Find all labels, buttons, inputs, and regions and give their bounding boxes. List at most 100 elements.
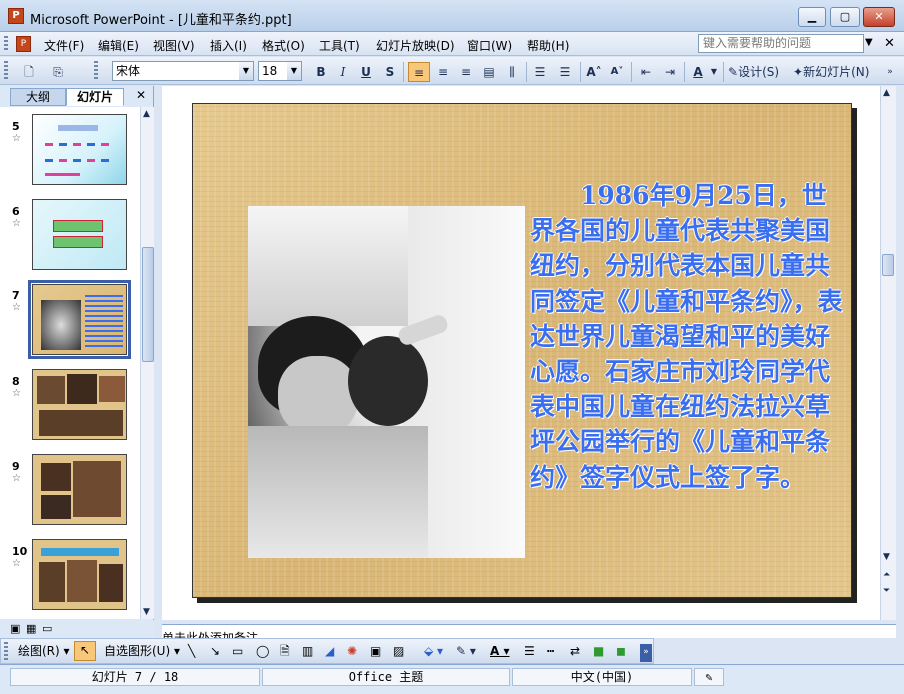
design-button[interactable]: ✎设计(S) (728, 62, 788, 82)
decrease-indent-button[interactable]: ⇤ (636, 62, 656, 82)
scroll-up-icon[interactable]: ▲ (143, 109, 150, 119)
tab-outline[interactable]: 大纲 (10, 88, 66, 106)
close-button[interactable]: ✕ (863, 7, 895, 27)
clipart-icon[interactable]: ▣ (370, 643, 381, 659)
menu-tools[interactable]: 工具(T) (319, 37, 360, 54)
autoshapes-button[interactable]: 自选图形(U) ▾ (104, 643, 180, 659)
increase-indent-button[interactable]: ⇥ (660, 62, 680, 82)
font-size-select[interactable]: 18 ▼ (258, 61, 302, 81)
textbox-tool-icon[interactable]: 🗎 (280, 643, 290, 659)
scroll-down-icon[interactable]: ▼ (883, 552, 890, 562)
numbering-button[interactable]: ☰ (530, 62, 550, 82)
normal-view-icon[interactable]: ▣ (10, 622, 20, 635)
document-close-icon[interactable]: ✕ (884, 36, 895, 51)
align-right-button[interactable]: ≡ (456, 62, 476, 82)
close-icon[interactable]: ✕ (136, 88, 146, 102)
toolbar-options-icon[interactable]: » (640, 644, 652, 662)
bullets-button[interactable]: ☰ (555, 62, 575, 82)
oval-tool-icon[interactable]: ◯ (256, 643, 269, 659)
copy-icon[interactable]: ⎘ (48, 62, 68, 82)
autoshapes-label: 自选图形(U) (104, 644, 171, 658)
italic-button[interactable]: I (334, 62, 352, 82)
menu-window[interactable]: 窗口(W) (467, 37, 512, 54)
slide-thumbnail-current[interactable] (28, 280, 131, 359)
toolbar-options-icon[interactable]: » (884, 62, 896, 82)
editor-scrollbar[interactable]: ▲ ▼ ⏶ ⏷ (880, 86, 896, 620)
chevron-down-icon[interactable]: ▼ (287, 62, 301, 80)
menu-view[interactable]: 视图(V) (153, 37, 195, 54)
picture-icon[interactable]: ▨ (393, 643, 404, 659)
toolbar-grip-2[interactable] (94, 61, 98, 81)
slide-sorter-icon[interactable]: ▦ (26, 622, 36, 635)
diagram-icon[interactable]: ✺ (347, 643, 357, 659)
toolbar-grip[interactable] (4, 61, 8, 81)
fill-color-icon[interactable]: ⬙ ▾ (424, 643, 443, 659)
thumbnail-scrollbar[interactable]: ▲ ▼ (140, 107, 154, 619)
bold-button[interactable]: B (312, 62, 330, 82)
slide-thumbnail[interactable] (32, 114, 127, 185)
dash-style-icon[interactable]: ┅ (547, 643, 554, 659)
slide-thumbnail[interactable] (32, 369, 127, 440)
align-center-button[interactable]: ≡ (433, 62, 453, 82)
arrow-tool-icon[interactable]: ↘ (210, 643, 220, 659)
rectangle-tool-icon[interactable]: ▭ (232, 643, 243, 659)
shadow-button[interactable]: S (381, 62, 399, 82)
spelling-status-icon[interactable]: ✎ (694, 668, 724, 686)
new-slide-button[interactable]: ✦新幻灯片(N) (793, 62, 881, 82)
align-left-button[interactable]: ≡ (408, 62, 430, 82)
arrow-style-icon[interactable]: ⇄ (570, 643, 580, 659)
menu-file[interactable]: 文件(F) (44, 37, 84, 54)
font-color-button[interactable]: A (688, 62, 708, 82)
wordart-icon[interactable]: ◢ (325, 643, 334, 659)
scrollbar-thumb[interactable] (142, 247, 154, 362)
3d-style-icon[interactable]: ◼ (616, 643, 626, 659)
menu-insert[interactable]: 插入(I) (210, 37, 247, 54)
vertical-textbox-icon[interactable]: ▥ (302, 643, 313, 659)
slide-thumbnail[interactable] (32, 539, 127, 610)
tab-slides[interactable]: 幻灯片 (66, 88, 124, 106)
chevron-down-icon[interactable]: ▼ (239, 62, 253, 80)
scrollbar-thumb[interactable] (882, 254, 894, 276)
scroll-down-icon[interactable]: ▼ (143, 607, 150, 617)
powerpoint-app-icon[interactable]: P (8, 8, 24, 24)
thumbnail-list[interactable]: 5 ☆ 6 ☆ 7 ☆ 8 ☆ 9 ☆ 10 ☆ (0, 107, 140, 619)
increase-font-button[interactable]: A˄ (584, 62, 604, 82)
menu-grip[interactable] (4, 36, 8, 52)
slide-thumbnail[interactable] (32, 454, 127, 525)
minimize-button[interactable]: ▁ (798, 7, 826, 27)
notes-pane[interactable]: 单击此处添加备注 (162, 624, 896, 638)
line-tool-icon[interactable]: ╲ (188, 643, 195, 659)
line-style-icon[interactable]: ☰ (524, 643, 535, 659)
slide-thumbnail[interactable] (32, 199, 127, 270)
decrease-font-button[interactable]: A˅ (607, 62, 627, 82)
menu-edit[interactable]: 编辑(E) (98, 37, 139, 54)
help-search-input[interactable]: 键入需要帮助的问题 (698, 34, 864, 53)
maximize-button[interactable]: ▢ (830, 7, 860, 27)
select-pointer-icon[interactable]: ↖ (74, 641, 96, 661)
column-icon[interactable]: ⫼ (502, 62, 522, 82)
font-name-select[interactable]: 宋体 ▼ (112, 61, 254, 81)
animation-star-icon: ☆ (12, 558, 21, 569)
drawing-toolbar-grip[interactable] (4, 642, 8, 660)
draw-menu-button[interactable]: 绘图(R) ▾ (18, 643, 70, 659)
font-color-icon[interactable]: A ▾ (490, 643, 510, 659)
draw-label: 绘图(R) (18, 644, 60, 658)
shadow-style-icon[interactable]: ■ (593, 643, 604, 659)
menu-help[interactable]: 帮助(H) (527, 37, 569, 54)
menu-format[interactable]: 格式(O) (262, 37, 305, 54)
chevron-down-icon[interactable]: ▼ (709, 62, 719, 82)
slide-body-text[interactable]: 1986年9月25日，世界各国的儿童代表共聚美国纽约，分别代表本国儿童共同签定《… (530, 178, 846, 495)
document-icon[interactable]: P (16, 36, 31, 52)
scroll-up-icon[interactable]: ▲ (883, 88, 890, 98)
help-dropdown-icon[interactable]: ▼ (865, 37, 873, 48)
underline-button[interactable]: U (357, 62, 375, 82)
justify-button[interactable]: ▤ (479, 62, 499, 82)
line-color-icon[interactable]: ✎ ▾ (456, 643, 476, 659)
menu-slideshow[interactable]: 幻灯片放映(D) (376, 37, 455, 54)
new-document-icon[interactable]: 🗋 (20, 62, 38, 82)
slide-photo[interactable] (248, 206, 525, 558)
previous-slide-icon[interactable]: ⏶ (883, 570, 890, 580)
next-slide-icon[interactable]: ⏷ (883, 586, 890, 596)
current-slide[interactable]: 1986年9月25日，世界各国的儿童代表共聚美国纽约，分别代表本国儿童共同签定《… (192, 103, 852, 598)
slideshow-view-icon[interactable]: ▭ (42, 622, 52, 635)
